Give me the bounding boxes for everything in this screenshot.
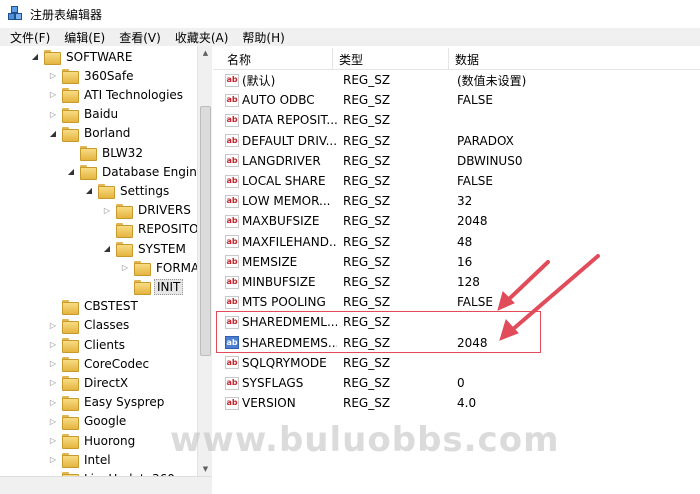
watermark-text: www.buluobbs.com (170, 420, 560, 460)
